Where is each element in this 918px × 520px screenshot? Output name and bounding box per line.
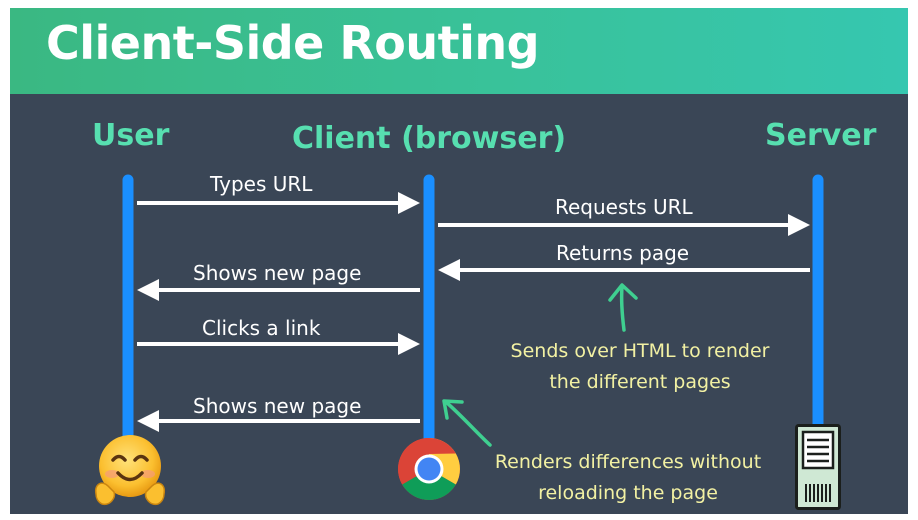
client-note-line1: Renders differences without (494, 451, 762, 473)
server-note: Sends over HTML to render the different … (490, 336, 790, 398)
label-requests-url: Requests URL (555, 195, 693, 219)
server-rack-icon (795, 424, 841, 510)
smiling-face-with-open-hands-icon (94, 435, 166, 506)
server-note-line1: Sends over HTML to render (510, 340, 770, 362)
client-note: Renders differences without reloading th… (478, 447, 778, 509)
label-shows-new-page-2: Shows new page (193, 394, 362, 418)
server-note-line2: the different pages (549, 371, 731, 393)
note-arrow-server (608, 283, 638, 332)
client-note-line2: reloading the page (538, 482, 718, 504)
label-clicks-link: Clicks a link (202, 316, 321, 340)
label-types-url: Types URL (210, 172, 313, 196)
chrome-browser-icon (398, 438, 460, 500)
label-shows-new-page-1: Shows new page (193, 261, 362, 285)
slide: Client-Side Routing User Client (browser… (10, 8, 908, 514)
label-returns-page: Returns page (556, 241, 690, 265)
